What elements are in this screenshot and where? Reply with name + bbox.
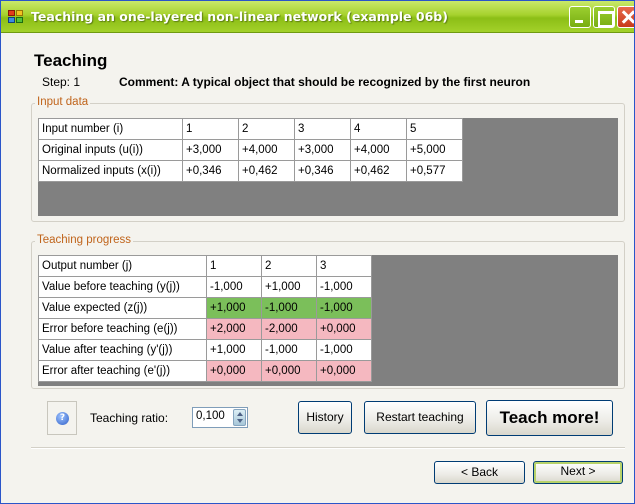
teaching-progress-table: Output number (j) 1 2 3 Value before tea…: [38, 255, 372, 382]
table-cell[interactable]: +4,000: [350, 139, 407, 161]
table-cell[interactable]: +0,462: [238, 160, 295, 182]
table-cell[interactable]: -1,000: [316, 276, 372, 298]
row-label: Value before teaching (y(j)): [38, 276, 207, 298]
row-label: Error before teaching (e(j)): [38, 318, 207, 340]
table-row[interactable]: Value after teaching (y'(j)) +1,000 -1,0…: [38, 339, 372, 361]
input-data-grid[interactable]: Input number (i) 1 2 3 4 5 Original inpu…: [38, 118, 618, 216]
table-row[interactable]: Input number (i) 1 2 3 4 5: [38, 118, 463, 140]
page-title: Teaching: [34, 51, 108, 70]
close-button[interactable]: [617, 6, 634, 28]
teaching-progress-grid[interactable]: Output number (j) 1 2 3 Value before tea…: [38, 255, 618, 386]
table-cell[interactable]: +0,346: [294, 160, 351, 182]
table-row[interactable]: Value expected (z(j)) +1,000 -1,000 -1,0…: [38, 297, 372, 319]
table-cell[interactable]: -1,000: [316, 297, 372, 319]
table-cell[interactable]: +1,000: [206, 297, 262, 319]
row-label: Output number (j): [38, 255, 207, 277]
table-cell[interactable]: -1,000: [206, 276, 262, 298]
teaching-ratio-input[interactable]: 0,100: [192, 407, 248, 428]
minimize-button[interactable]: [569, 6, 591, 28]
divider: [31, 447, 625, 449]
teach-more-button[interactable]: Teach more!: [486, 400, 613, 436]
table-cell[interactable]: +4,000: [238, 139, 295, 161]
table-cell[interactable]: +0,000: [206, 360, 262, 382]
table-cell[interactable]: -1,000: [261, 339, 317, 361]
comment-text: Comment: A typical object that should be…: [119, 75, 531, 89]
table-cell[interactable]: 4: [350, 118, 407, 140]
back-button[interactable]: < Back: [434, 461, 525, 484]
window-title: Teaching an one-layered non-linear netwo…: [31, 9, 448, 24]
teaching-ratio-value: 0,100: [196, 410, 225, 422]
table-cell[interactable]: 3: [294, 118, 351, 140]
maximize-button[interactable]: [593, 6, 615, 28]
next-button[interactable]: Next >: [533, 461, 623, 484]
table-cell[interactable]: +0,000: [316, 318, 372, 340]
main-window: Teaching an one-layered non-linear netwo…: [0, 0, 635, 504]
table-cell[interactable]: +5,000: [406, 139, 463, 161]
table-cell[interactable]: +0,000: [316, 360, 372, 382]
row-label: Original inputs (u(i)): [38, 139, 183, 161]
help-box[interactable]: ?: [47, 401, 77, 435]
table-cell[interactable]: 1: [182, 118, 239, 140]
table-row[interactable]: Error before teaching (e(j)) +2,000 -2,0…: [38, 318, 372, 340]
table-cell[interactable]: +2,000: [206, 318, 262, 340]
table-row[interactable]: Value before teaching (y(j)) -1,000 +1,0…: [38, 276, 372, 298]
table-cell[interactable]: -1,000: [316, 339, 372, 361]
step-label: Step: 1: [42, 75, 81, 89]
teaching-progress-legend: Teaching progress: [35, 234, 133, 246]
row-label: Value expected (z(j)): [38, 297, 207, 319]
table-row[interactable]: Output number (j) 1 2 3: [38, 255, 372, 277]
help-icon[interactable]: ?: [56, 412, 69, 425]
table-cell[interactable]: +3,000: [294, 139, 351, 161]
table-cell[interactable]: 5: [406, 118, 463, 140]
table-cell[interactable]: +0,346: [182, 160, 239, 182]
row-label: Normalized inputs (x(i)): [38, 160, 183, 182]
title-bar[interactable]: Teaching an one-layered non-linear netwo…: [1, 1, 634, 33]
table-row[interactable]: Original inputs (u(i)) +3,000 +4,000 +3,…: [38, 139, 463, 161]
table-cell[interactable]: +3,000: [182, 139, 239, 161]
restart-teaching-button[interactable]: Restart teaching: [364, 401, 476, 434]
input-data-group: Input data Input number (i) 1 2 3 4 5 Or…: [31, 96, 625, 222]
table-cell[interactable]: -2,000: [261, 318, 317, 340]
table-cell[interactable]: 3: [316, 255, 372, 277]
table-cell[interactable]: +1,000: [206, 339, 262, 361]
table-cell[interactable]: 2: [238, 118, 295, 140]
table-cell[interactable]: -1,000: [261, 297, 317, 319]
table-cell[interactable]: 1: [206, 255, 262, 277]
network-app-icon: [8, 10, 24, 24]
table-cell[interactable]: 2: [261, 255, 317, 277]
history-button[interactable]: History: [298, 401, 352, 434]
input-data-table: Input number (i) 1 2 3 4 5 Original inpu…: [38, 118, 463, 182]
input-data-legend: Input data: [35, 96, 91, 108]
table-cell[interactable]: +0,000: [261, 360, 317, 382]
teaching-progress-group: Teaching progress Output number (j) 1 2 …: [31, 234, 625, 389]
table-cell[interactable]: +0,462: [350, 160, 407, 182]
table-cell[interactable]: +0,577: [406, 160, 463, 182]
row-label: Input number (i): [38, 118, 183, 140]
teaching-ratio-spinner[interactable]: [233, 409, 246, 426]
table-cell[interactable]: +1,000: [261, 276, 317, 298]
table-row[interactable]: Normalized inputs (x(i)) +0,346 +0,462 +…: [38, 160, 463, 182]
row-label: Value after teaching (y'(j)): [38, 339, 207, 361]
table-row[interactable]: Error after teaching (e'(j)) +0,000 +0,0…: [38, 360, 372, 382]
row-label: Error after teaching (e'(j)): [38, 360, 207, 382]
teaching-ratio-label: Teaching ratio:: [90, 411, 169, 425]
